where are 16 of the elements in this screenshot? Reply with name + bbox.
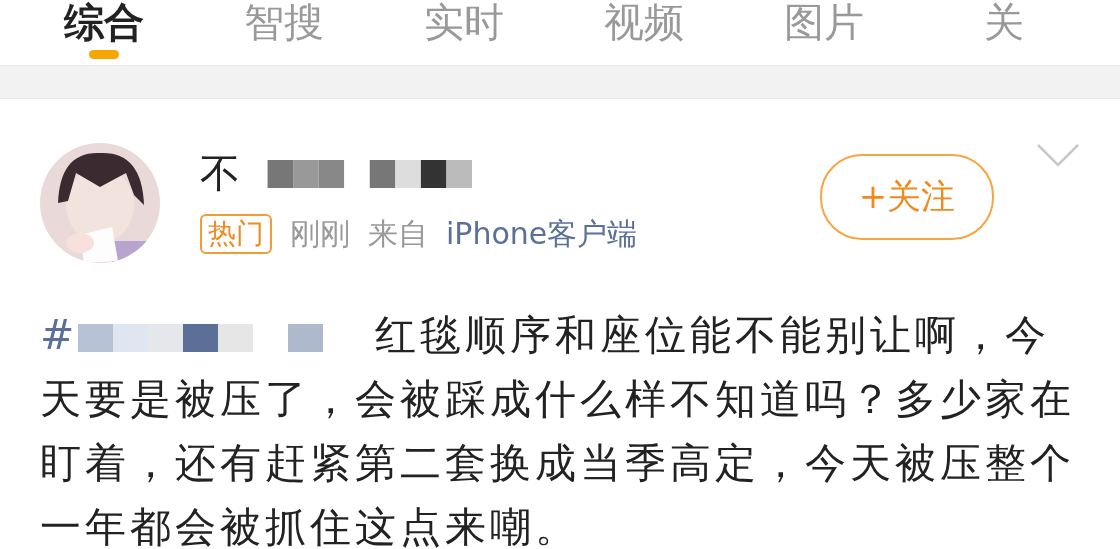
tab[interactable]: 图片 (780, 0, 868, 65)
follow-button[interactable]: +关注 (820, 154, 994, 240)
post-text: # 红毯顺序和座位能不能别让啊，今天要是被压了，会被踩成什么样不知道吗？多少家在盯着，还有赶紧第二套换成当季高定，今天被压整个一年都会被抓住这点来嘲。 (40, 310, 1076, 549)
source-label: 来自 (368, 214, 428, 253)
tab[interactable]: 关 (960, 0, 1048, 65)
tab-indicator (89, 50, 119, 59)
hot-badge: 热门 (200, 214, 272, 254)
tab[interactable]: 智搜 (240, 0, 328, 65)
chevron-down-icon[interactable] (1036, 143, 1080, 167)
post-time: 刚刚 (290, 214, 350, 253)
username[interactable]: 不 (200, 146, 240, 201)
tab[interactable]: 视频 (600, 0, 688, 65)
source-link[interactable]: iPhone客户端 (446, 213, 638, 255)
hashtag-mark[interactable]: # (40, 311, 79, 359)
tab[interactable]: 综合 (60, 0, 148, 65)
tab[interactable]: 实时 (420, 0, 508, 65)
